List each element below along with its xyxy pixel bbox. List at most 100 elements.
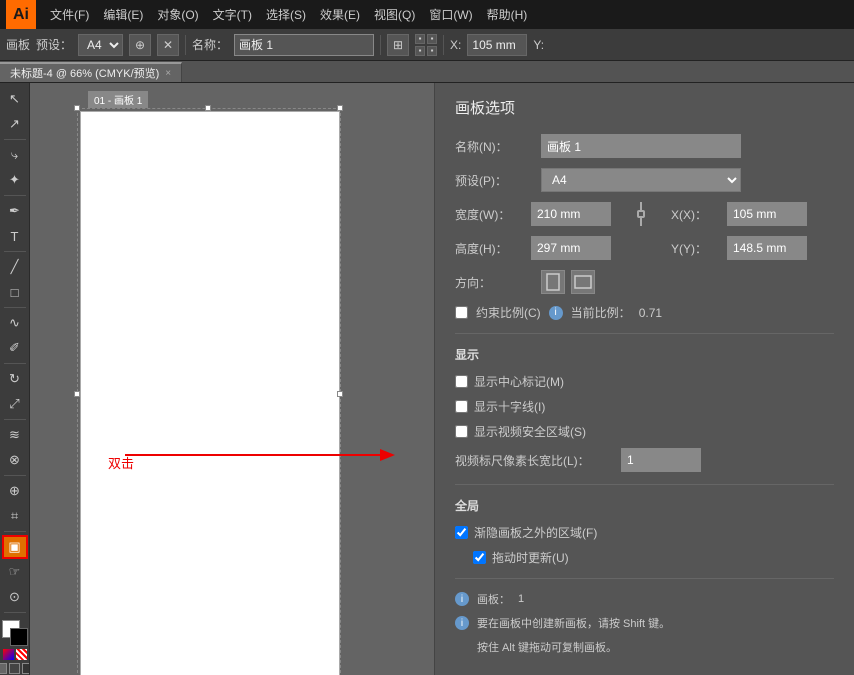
warp-tool-btn[interactable]: ≋ bbox=[2, 423, 28, 447]
x-input[interactable] bbox=[467, 34, 527, 56]
hand-tool-btn[interactable]: ☞ bbox=[2, 560, 28, 584]
landscape-btn[interactable] bbox=[571, 270, 595, 294]
direction-label: 方向： bbox=[455, 274, 535, 291]
gradient-btn[interactable] bbox=[3, 649, 14, 660]
zoom-tool-btn[interactable]: ⊙ bbox=[2, 585, 28, 609]
separator bbox=[185, 35, 186, 55]
menu-text[interactable]: 文字(T) bbox=[207, 4, 258, 25]
link-icon bbox=[637, 202, 645, 226]
constrain-checkbox[interactable] bbox=[455, 306, 468, 319]
name-field-label: 名称(N)： bbox=[455, 138, 535, 155]
portrait-btn[interactable] bbox=[541, 270, 565, 294]
tool-separator-2 bbox=[4, 195, 26, 196]
full-mode-btn[interactable] bbox=[22, 663, 30, 674]
canvas-area[interactable]: 01 - 画板 1 双击 bbox=[30, 83, 434, 675]
menu-help[interactable]: 帮助(H) bbox=[481, 4, 534, 25]
grid-btn-1[interactable]: ▪ bbox=[415, 34, 425, 44]
symbol-tool-btn[interactable]: ⊕ bbox=[2, 479, 28, 503]
grid-btn-3[interactable]: ▪ bbox=[415, 46, 425, 56]
select-tool-btn[interactable]: ↖ bbox=[2, 87, 28, 111]
info-text-1: 画板： bbox=[477, 591, 510, 607]
menu-select[interactable]: 选择(S) bbox=[260, 4, 312, 25]
none-btn[interactable] bbox=[16, 649, 27, 660]
document-tab[interactable]: 未标题-4 @ 66% (CMYK/预览) × bbox=[0, 62, 182, 82]
fade-outside-checkbox[interactable] bbox=[455, 526, 468, 539]
lasso-tool-btn[interactable]: ⤷ bbox=[2, 143, 28, 167]
tool-separator-1 bbox=[4, 139, 26, 140]
line-tool-btn[interactable]: ╱ bbox=[2, 255, 28, 279]
y-field-input[interactable] bbox=[727, 236, 807, 260]
x-field-input[interactable] bbox=[727, 202, 807, 226]
new-artboard-btn[interactable]: ⊕ bbox=[129, 34, 151, 56]
panel-title: 画板选项 bbox=[455, 97, 834, 118]
menu-window[interactable]: 窗口(W) bbox=[423, 4, 478, 25]
show-cross-checkbox[interactable] bbox=[455, 400, 468, 413]
grid-btn-4[interactable]: ▪ bbox=[427, 46, 437, 56]
grid-btn-2[interactable]: ▪ bbox=[427, 34, 437, 44]
corner-handle-mr[interactable] bbox=[337, 391, 343, 397]
scale-tool-btn[interactable]: ⤢ bbox=[2, 392, 28, 416]
menu-edit[interactable]: 编辑(E) bbox=[97, 4, 149, 25]
screen-mode-btn[interactable] bbox=[9, 663, 20, 674]
artboard-tool-btn[interactable]: ▣ bbox=[2, 535, 28, 559]
tool-separator-8 bbox=[4, 531, 26, 532]
width-label: 宽度(W)： bbox=[455, 206, 525, 223]
magic-wand-tool-btn[interactable]: ✦ bbox=[2, 168, 28, 192]
mode-buttons-2 bbox=[0, 663, 30, 674]
pen-tool-btn[interactable]: ✒ bbox=[2, 199, 28, 223]
graph-tool-btn[interactable]: ⌗ bbox=[2, 504, 28, 528]
menu-effect[interactable]: 效果(E) bbox=[314, 4, 366, 25]
info-create-tip: i 要在画板中创建新画板，请按 Shift 键。 bbox=[455, 615, 834, 631]
orientation-row: 方向： bbox=[455, 270, 834, 294]
name-row: 名称(N)： bbox=[455, 134, 834, 158]
blend-tool-btn[interactable]: ⊗ bbox=[2, 448, 28, 472]
normal-mode-btn[interactable] bbox=[0, 663, 7, 674]
corner-handle-tl[interactable] bbox=[74, 105, 80, 111]
tab-close-btn[interactable]: × bbox=[165, 68, 171, 79]
preset-select[interactable]: A4 bbox=[78, 34, 123, 56]
name-field-input[interactable] bbox=[541, 134, 741, 158]
show-video-label: 显示视频安全区域(S) bbox=[474, 423, 586, 440]
delete-artboard-btn[interactable]: ✕ bbox=[157, 34, 179, 56]
info-artboard-count: i 画板： 1 bbox=[455, 591, 834, 607]
preset-field-label: 预设(P)： bbox=[455, 172, 535, 189]
global-section-title: 全局 bbox=[455, 497, 834, 514]
menu-object[interactable]: 对象(O) bbox=[151, 4, 204, 25]
height-input[interactable] bbox=[531, 236, 611, 260]
pencil-tool-btn[interactable]: ✐ bbox=[2, 336, 28, 360]
artboard-surface[interactable] bbox=[80, 111, 340, 675]
video-pixel-row: 视频标尺像素长宽比(L)： bbox=[455, 448, 834, 472]
corner-handle-tr[interactable] bbox=[337, 105, 343, 111]
corner-handle-tm[interactable] bbox=[205, 105, 211, 111]
video-pixel-input[interactable] bbox=[621, 448, 701, 472]
width-col: 宽度(W)： bbox=[455, 202, 611, 226]
width-input[interactable] bbox=[531, 202, 611, 226]
info-icon-constrain: i bbox=[549, 306, 563, 320]
type-tool-btn[interactable]: T bbox=[2, 224, 28, 248]
control-bar: 画板 预设： A4 ⊕ ✕ 名称： ⊞ ▪ ▪ ▪ ▪ X: Y: bbox=[0, 29, 854, 61]
show-video-checkbox[interactable] bbox=[455, 425, 468, 438]
display-section-title: 显示 bbox=[455, 346, 834, 363]
arrange-btn[interactable]: ⊞ bbox=[387, 34, 409, 56]
preset-field-select[interactable]: A4 bbox=[541, 168, 741, 192]
mode-buttons bbox=[3, 649, 27, 660]
menu-bar: 文件(F) 编辑(E) 对象(O) 文字(T) 选择(S) 效果(E) 视图(Q… bbox=[44, 4, 533, 25]
menu-view[interactable]: 视图(Q) bbox=[368, 4, 421, 25]
section-sep-3 bbox=[455, 578, 834, 579]
update-drag-checkbox[interactable] bbox=[473, 551, 486, 564]
rotate-tool-btn[interactable]: ↻ bbox=[2, 367, 28, 391]
direct-select-tool-btn[interactable]: ↗ bbox=[2, 112, 28, 136]
menu-file[interactable]: 文件(F) bbox=[44, 4, 95, 25]
corner-handle-ml[interactable] bbox=[74, 391, 80, 397]
artboard-name-input[interactable] bbox=[234, 34, 374, 56]
tool-separator-5 bbox=[4, 363, 26, 364]
info-copy-tip: 按住 Alt 键拖动可复制画板。 bbox=[455, 639, 834, 655]
y-field-label: Y(Y)： bbox=[671, 240, 721, 257]
artboard-options-panel: 画板选项 名称(N)： 预设(P)： A4 宽度(W)： bbox=[434, 83, 854, 675]
color-swatches[interactable] bbox=[2, 620, 28, 646]
show-center-checkbox[interactable] bbox=[455, 375, 468, 388]
paintbrush-tool-btn[interactable]: ∿ bbox=[2, 311, 28, 335]
video-pixel-label: 视频标尺像素长宽比(L)： bbox=[455, 452, 615, 469]
rect-tool-btn[interactable]: □ bbox=[2, 280, 28, 304]
height-col: 高度(H)： bbox=[455, 236, 611, 260]
